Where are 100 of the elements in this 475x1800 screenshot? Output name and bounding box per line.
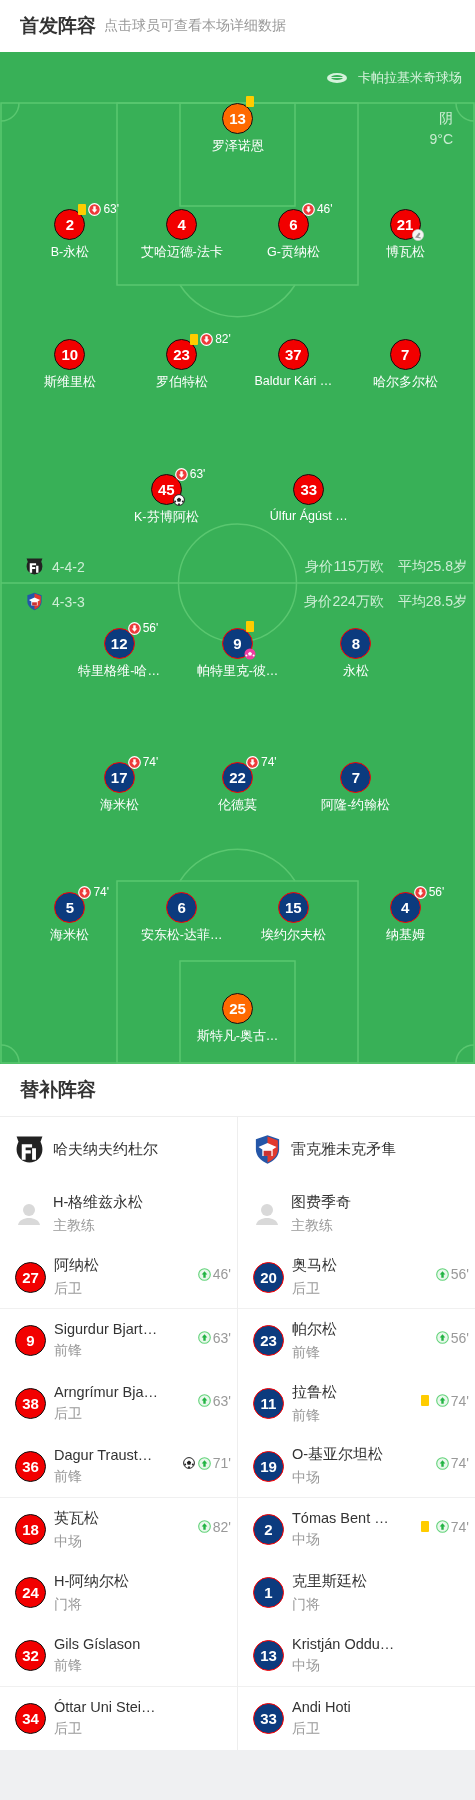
player-name[interactable]: H-阿纳尔松 — [54, 1571, 231, 1591]
player-number[interactable]: 12 — [103, 628, 135, 659]
player-name[interactable]: 罗泽诺恩 — [211, 138, 264, 155]
player-name[interactable]: 奥马松 — [292, 1256, 436, 1275]
player-name[interactable]: 安东松-达菲… — [140, 927, 223, 944]
coach-role: 主教练 — [291, 1216, 334, 1235]
ball-icon — [244, 648, 256, 660]
player-number[interactable]: 15 — [277, 892, 309, 923]
formation: 4-3-3 — [52, 593, 86, 610]
player-number[interactable]: 36 — [15, 1450, 46, 1482]
player-name[interactable]: Gils Gíslason — [54, 1635, 231, 1652]
player-name[interactable]: 博瓦松 — [385, 244, 425, 261]
player-number[interactable]: 25 — [222, 993, 253, 1024]
player-name[interactable]: O-基亚尔坦松 — [292, 1445, 436, 1464]
coach-name[interactable]: 图费季奇 — [291, 1192, 351, 1212]
player-position: 中场 — [292, 1656, 321, 1675]
player-number[interactable]: 11 — [253, 1388, 284, 1419]
player-number[interactable]: 5 — [54, 892, 86, 923]
player-name[interactable]: 斯维里松 — [43, 374, 96, 391]
player-name[interactable]: Tómas Bent … — [292, 1510, 421, 1526]
substitution-minute: 63' — [189, 467, 206, 481]
team-name: 雷克雅未克矛隼 — [291, 1139, 396, 1159]
player-number[interactable]: 20 — [253, 1261, 284, 1293]
coach-name[interactable]: H-格维兹永松 — [53, 1192, 144, 1212]
substitution-minute: 46' — [316, 202, 333, 216]
player-name[interactable]: 埃约尔夫松 — [260, 927, 326, 944]
player-name[interactable]: 帕尔松 — [292, 1319, 436, 1339]
player-name[interactable]: 海米松 — [99, 797, 139, 814]
stadium-name: 卡帕拉基米奇球场 — [358, 68, 462, 87]
player-number[interactable]: 7 — [389, 339, 421, 370]
ball-icon — [172, 494, 185, 506]
player-number[interactable]: 2 — [54, 209, 86, 240]
player-number[interactable]: 7 — [340, 762, 372, 793]
player-name[interactable]: 拉鲁松 — [292, 1382, 421, 1402]
player-number[interactable]: 2 — [253, 1514, 284, 1545]
player-name[interactable]: 帕特里克-彼… — [196, 663, 279, 680]
substitution-minute: 74' — [261, 755, 277, 769]
player-number[interactable]: 23 — [166, 339, 198, 370]
player-number[interactable]: 33 — [293, 474, 325, 505]
player-number[interactable]: 38 — [15, 1388, 46, 1419]
player-name[interactable]: Andi Hoti — [292, 1699, 469, 1715]
player-name[interactable]: 罗伯特松 — [155, 374, 208, 391]
player-name[interactable]: 永松 — [342, 663, 369, 680]
player-number[interactable]: 13 — [253, 1639, 284, 1671]
player-number[interactable]: 13 — [222, 103, 253, 134]
player-number[interactable]: 37 — [277, 339, 309, 370]
player-number[interactable]: 24 — [15, 1577, 46, 1608]
player-number[interactable]: 1 — [253, 1577, 284, 1608]
player-number[interactable]: 8 — [340, 628, 372, 659]
player-number[interactable]: 4 — [389, 892, 421, 923]
substitution-minute: 56' — [428, 885, 445, 899]
player-name[interactable]: Arngrímur Bja… — [54, 1384, 198, 1400]
squad-value: 身价115万欧 — [305, 557, 384, 576]
player-name[interactable]: 伦德莫 — [218, 797, 257, 814]
substitution-minute: 56' — [142, 621, 159, 635]
player-name[interactable]: 哈尔多尔松 — [372, 374, 438, 391]
player-name[interactable]: 克里斯廷松 — [292, 1571, 469, 1591]
player-name[interactable]: 斯特凡-奥古… — [196, 1028, 279, 1045]
player-number[interactable]: 6 — [277, 209, 309, 240]
player-name[interactable]: Óttar Uni Stei… — [54, 1699, 231, 1715]
player-name[interactable]: 纳基姆 — [385, 927, 425, 944]
player-name[interactable]: 英瓦松 — [54, 1508, 198, 1528]
player-number[interactable]: 32 — [15, 1639, 46, 1671]
player-position: 前锋 — [292, 1343, 321, 1362]
player-position: 后卫 — [292, 1720, 321, 1738]
player-name[interactable]: 特里格维-哈… — [78, 663, 160, 680]
player-name[interactable]: Úlfur Ágúst … — [269, 509, 348, 523]
average-age: 平均28.5岁 — [397, 592, 467, 611]
player-number[interactable]: 17 — [103, 762, 135, 793]
player-number[interactable]: 33 — [253, 1703, 284, 1734]
substitution-minute: 56' — [450, 1266, 469, 1282]
player-name[interactable]: B-永松 — [50, 244, 90, 261]
player-name[interactable]: 阿隆-约翰松 — [321, 797, 391, 814]
player-number[interactable]: 4 — [166, 209, 198, 240]
player-name[interactable]: 艾哈迈德-法卡 — [140, 244, 223, 261]
substitution-minute: 74' — [450, 1455, 469, 1471]
player-number[interactable]: 9 — [222, 628, 253, 659]
player-name[interactable]: 海米松 — [50, 927, 90, 944]
player-name[interactable]: Baldur Kári … — [254, 374, 333, 388]
player-name[interactable]: 阿纳松 — [54, 1256, 198, 1275]
player-number[interactable]: 18 — [15, 1514, 46, 1545]
player-number[interactable]: 19 — [253, 1450, 284, 1482]
player-name[interactable]: G-贡纳松 — [266, 244, 320, 261]
player-number[interactable]: 21 — [389, 209, 421, 240]
player-number[interactable]: 9 — [15, 1325, 46, 1356]
player-number[interactable]: 22 — [222, 762, 253, 793]
player-name[interactable]: Dagur Traust… — [54, 1446, 183, 1463]
squad-value: 身价224万欧 — [304, 592, 384, 611]
player-name[interactable]: Sigurdur Bjart… — [54, 1321, 198, 1337]
player-number[interactable]: 34 — [15, 1703, 46, 1734]
coach-role: 主教练 — [53, 1216, 96, 1235]
player-number[interactable]: 27 — [15, 1261, 46, 1293]
player-number[interactable]: 10 — [54, 339, 86, 370]
player-name[interactable]: K-芬博阿松 — [134, 509, 199, 526]
player-number[interactable]: 6 — [166, 892, 198, 923]
player-name[interactable]: Kristján Oddu… — [292, 1635, 469, 1652]
player-position: 中场 — [54, 1532, 83, 1551]
player-number[interactable]: 23 — [253, 1325, 284, 1356]
formation: 4-4-2 — [52, 558, 86, 575]
person-silhouette-icon — [255, 1201, 279, 1226]
